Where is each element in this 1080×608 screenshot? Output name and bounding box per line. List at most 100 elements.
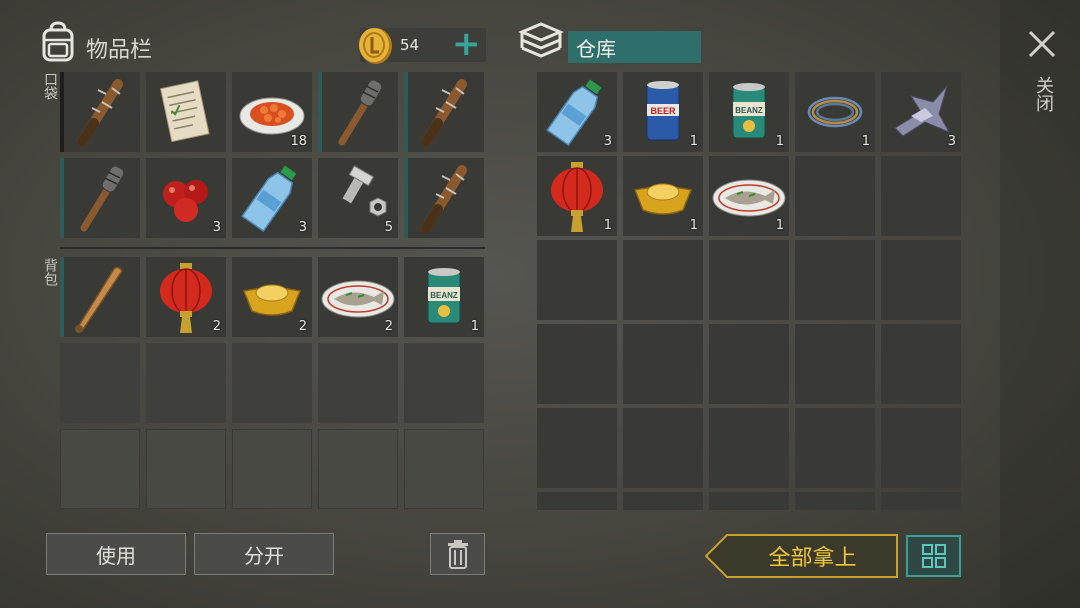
close-label: 关闭: [1033, 76, 1054, 112]
item-qty: 3: [212, 220, 221, 235]
storage-slot[interactable]: 1: [537, 156, 617, 236]
pocket-slot[interactable]: [146, 72, 226, 152]
storage-slot[interactable]: [795, 408, 875, 488]
can-label: BEER: [650, 106, 676, 116]
locked-slot: [146, 429, 226, 509]
item-qty: 1: [689, 218, 698, 233]
storage-slot[interactable]: [881, 324, 961, 404]
storage-slot[interactable]: [795, 324, 875, 404]
pocket-slot[interactable]: 3: [146, 158, 226, 238]
close-icon: [1028, 30, 1056, 58]
locked-slot: [318, 429, 398, 509]
can-label: BEANZ: [430, 291, 458, 300]
backpack-slot[interactable]: [404, 343, 484, 423]
item-qty: 1: [775, 134, 784, 149]
close-button[interactable]: 关闭: [1022, 26, 1060, 136]
item-qty: 1: [861, 134, 870, 149]
inventory-title: 物品栏: [86, 38, 153, 63]
pocket-slot[interactable]: [404, 72, 484, 152]
item-qty: 2: [212, 319, 221, 334]
trash-button[interactable]: [430, 533, 485, 575]
storage-slot[interactable]: [881, 240, 961, 320]
spiked-bat-icon: [77, 79, 123, 147]
backpack-slot[interactable]: [318, 343, 398, 423]
backpack-label: 背包: [42, 258, 58, 286]
backpack-slot[interactable]: [60, 257, 140, 337]
pocket-slot[interactable]: 18: [232, 72, 312, 152]
item-qty: 1: [603, 218, 612, 233]
storage-slot[interactable]: [709, 408, 789, 488]
item-qty: 1: [470, 319, 479, 334]
storage-slot[interactable]: [881, 156, 961, 236]
storage-slot[interactable]: [795, 240, 875, 320]
item-qty: 2: [384, 319, 393, 334]
item-qty: 1: [775, 218, 784, 233]
pocket-slot[interactable]: [318, 72, 398, 152]
spiked-bat-icon: [421, 79, 467, 147]
sort-button[interactable]: [906, 535, 961, 577]
backpack-slot[interactable]: BEANZ 1: [404, 257, 484, 337]
trash-icon: [447, 540, 468, 569]
note-paper-icon: [160, 80, 210, 143]
storage-slot[interactable]: [537, 408, 617, 488]
storage-slot[interactable]: 1: [795, 72, 875, 152]
storage-slot[interactable]: 1: [709, 156, 789, 236]
nail-club-icon: [80, 165, 125, 232]
storage-slot[interactable]: BEANZ 1: [709, 72, 789, 152]
take-all-label: 全部拿上: [768, 546, 857, 571]
spiked-bat-icon: [421, 165, 467, 233]
storage-slot[interactable]: BEER 1: [623, 72, 703, 152]
backpack-icon: [38, 20, 78, 62]
coin-icon: [356, 24, 396, 66]
backpack-slot[interactable]: 2: [146, 257, 226, 337]
storage-slot[interactable]: [881, 408, 961, 488]
storage-title: 仓库: [576, 37, 616, 61]
pocket-label: 口袋: [42, 72, 58, 100]
take-all-button[interactable]: 全部拿上: [705, 534, 898, 578]
storage-slot[interactable]: [795, 492, 875, 510]
split-button[interactable]: 分开: [194, 533, 334, 575]
storage-slot[interactable]: [709, 492, 789, 510]
storage-slot[interactable]: [623, 408, 703, 488]
item-qty: 3: [603, 134, 612, 149]
pocket-slot[interactable]: [60, 158, 140, 238]
add-coins-button[interactable]: +: [452, 24, 481, 64]
baseball-bat-icon: [75, 266, 123, 333]
storage-slot[interactable]: 3: [537, 72, 617, 152]
pocket-slot[interactable]: 5: [318, 158, 398, 238]
storage-slot[interactable]: [623, 324, 703, 404]
storage-slot[interactable]: [623, 240, 703, 320]
storage-slot[interactable]: [881, 492, 961, 510]
backpack-slot[interactable]: [232, 343, 312, 423]
item-qty: 5: [384, 220, 393, 235]
backpack-slot[interactable]: [60, 343, 140, 423]
storage-slot[interactable]: 3: [881, 72, 961, 152]
storage-slot[interactable]: [709, 324, 789, 404]
pocket-slot[interactable]: 3: [232, 158, 312, 238]
use-button[interactable]: 使用: [46, 533, 186, 575]
storage-slot[interactable]: [709, 240, 789, 320]
nail-club-icon: [338, 79, 383, 146]
item-qty: 18: [290, 134, 307, 149]
pocket-slot[interactable]: [404, 158, 484, 238]
storage-slot[interactable]: [623, 492, 703, 510]
storage-slot[interactable]: [537, 324, 617, 404]
storage-slot[interactable]: [795, 156, 875, 236]
storage-slot[interactable]: [537, 240, 617, 320]
item-qty: 1: [689, 134, 698, 149]
locked-slot: [60, 429, 140, 509]
pocket-divider: [60, 247, 485, 249]
grid-sort-icon: [921, 544, 946, 568]
backpack-slot[interactable]: 2: [318, 257, 398, 337]
storage-slot[interactable]: 1: [623, 156, 703, 236]
item-qty: 3: [947, 134, 956, 149]
backpack-slot[interactable]: 2: [232, 257, 312, 337]
item-qty: 3: [298, 220, 307, 235]
storage-icon: [518, 20, 564, 64]
backpack-slot[interactable]: [146, 343, 226, 423]
storage-slot[interactable]: [537, 492, 617, 510]
pocket-slot[interactable]: [60, 72, 140, 152]
coin-count: 54: [400, 36, 420, 54]
can-label: BEANZ: [735, 106, 763, 115]
item-qty: 2: [298, 319, 307, 334]
